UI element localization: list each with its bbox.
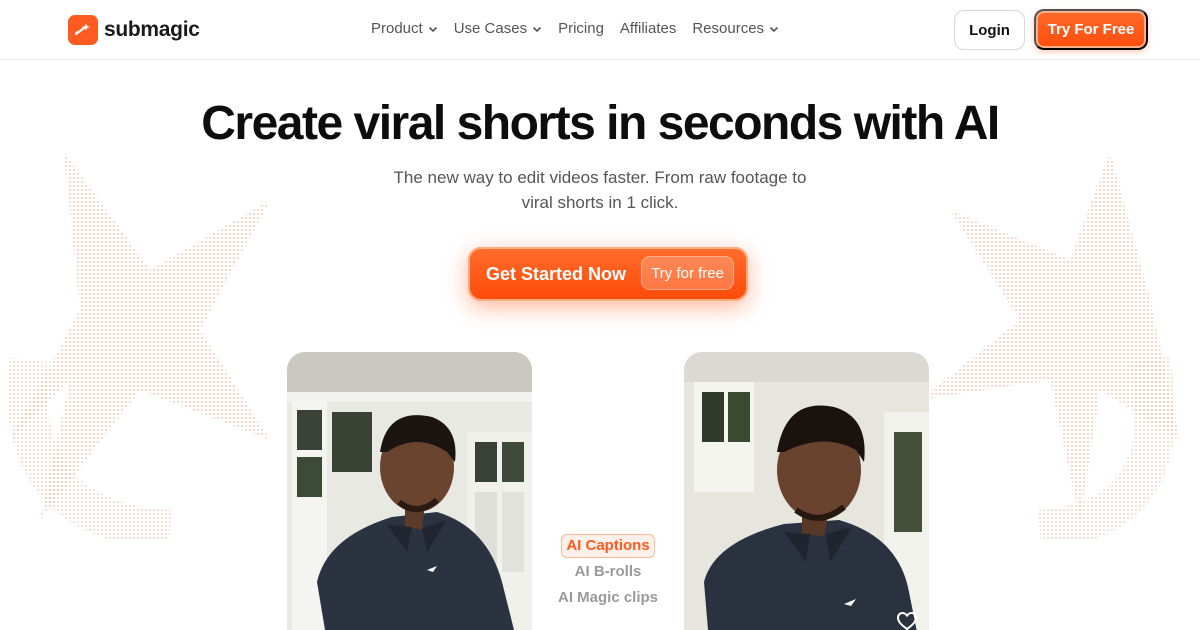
decorative-star-left xyxy=(7,152,270,540)
video-card-before[interactable] xyxy=(287,352,532,630)
chevron-down-icon xyxy=(428,26,437,32)
feature-ai-b-rolls[interactable]: AI B-rolls xyxy=(540,559,676,585)
try-for-free-button[interactable]: Try For Free xyxy=(1034,9,1148,50)
video-thumbnail xyxy=(287,352,532,630)
hero-title: Create viral shorts in seconds with AI xyxy=(201,97,1000,150)
decorative-star-right xyxy=(920,152,1180,540)
menu-item-affiliates[interactable]: Affiliates xyxy=(620,20,676,37)
chevron-down-icon xyxy=(532,26,542,32)
chevron-down-icon xyxy=(769,26,779,32)
menu-item-pricing[interactable]: Pricing xyxy=(558,20,604,37)
get-started-button[interactable]: Get Started Now Try for free xyxy=(468,247,748,301)
video-thumbnail xyxy=(684,352,929,630)
try-for-free-pill: Try for free xyxy=(641,256,734,290)
top-navigation: submagic Product Use Cases Pricing Affil… xyxy=(0,0,1200,60)
feature-ai-magic-clips[interactable]: AI Magic clips xyxy=(540,585,676,611)
menu-item-product[interactable]: Product xyxy=(371,20,438,37)
feature-ai-captions[interactable]: AI Captions xyxy=(561,534,655,558)
menu-item-label: Resources xyxy=(692,20,765,37)
menu-item-resources[interactable]: Resources xyxy=(692,20,779,37)
heart-icon[interactable] xyxy=(896,611,918,630)
menu-item-label: Affiliates xyxy=(619,20,677,37)
menu-item-label: Product xyxy=(371,20,423,37)
main-menu: Product Use Cases Pricing Affiliates Res… xyxy=(371,20,779,37)
video-card-after[interactable] xyxy=(684,352,929,630)
login-button[interactable]: Login xyxy=(954,10,1025,50)
brand-name: submagic xyxy=(104,18,200,41)
menu-item-label: Pricing xyxy=(558,20,604,37)
hero-subtitle: The new way to edit videos faster. From … xyxy=(393,168,807,212)
menu-item-label: Use Cases xyxy=(453,20,528,37)
magic-wand-icon xyxy=(68,15,98,45)
menu-item-use-cases[interactable]: Use Cases xyxy=(454,20,542,37)
cta-label: Get Started Now xyxy=(486,263,627,284)
feature-list: AI Captions AI B-rolls AI Magic clips xyxy=(540,534,676,611)
brand-logo[interactable]: submagic xyxy=(68,15,200,45)
